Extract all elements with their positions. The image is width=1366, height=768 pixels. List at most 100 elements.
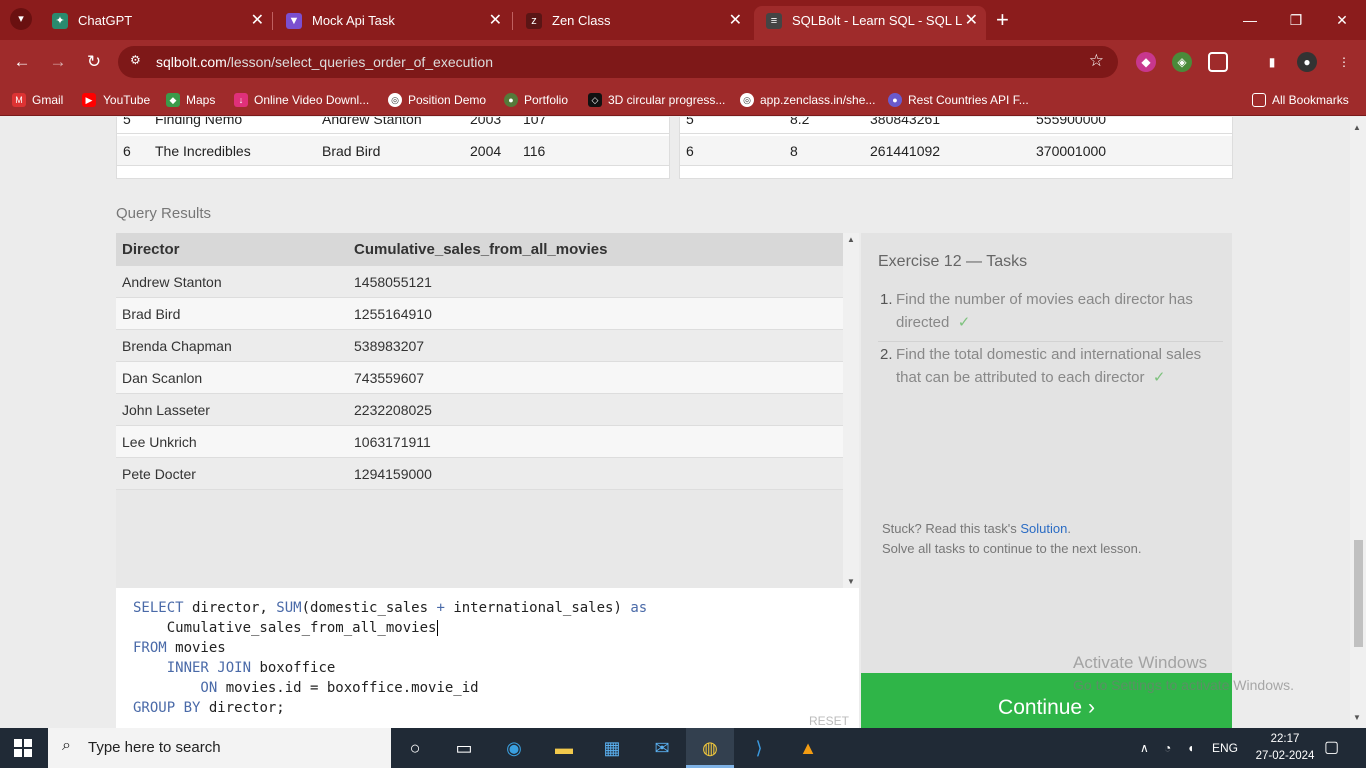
text-cursor [437,620,439,636]
close-tab-icon[interactable]: ✕ [251,6,264,36]
reset-button[interactable]: RESET [809,714,849,728]
tab-sqlbolt[interactable]: ≡ SQLBolt - Learn SQL - SQL Less ✕ [754,6,986,40]
bookmark-3d-progress[interactable]: ◇ 3D circular progress... [588,84,725,116]
codepen-icon: ◇ [588,93,602,107]
forward-arrow-icon[interactable]: → [46,50,70,74]
tab-label: ChatGPT [78,13,133,28]
solve-all-text: Solve all tasks to continue to the next … [882,541,1142,556]
close-tab-icon[interactable]: ✕ [489,6,502,36]
notifications-icon[interactable]: ▢ [1324,728,1339,768]
sql-editor[interactable]: SELECT director, SUM(domestic_sales + in… [116,588,859,728]
gmail-icon: M [12,93,26,107]
scroll-down-icon[interactable]: ▼ [1353,713,1361,722]
side-panel-icon[interactable]: ▮ [1262,52,1282,72]
bookmark-video-downloader[interactable]: ↓ Online Video Downl... [234,84,369,116]
tab-strip: ▾ ✦ ChatGPT ✕ ▼ Mock Api Task ✕ z Zen Cl… [0,0,1366,40]
chrome-icon[interactable]: ◍ [686,728,734,768]
tab-label: Zen Class [552,13,611,28]
windows-start-icon[interactable] [14,739,32,757]
table-row: 5 Finding Nemo Andrew Stanton 2003 107 [117,117,669,134]
table-row: Brenda Chapman 538983207 [116,330,843,362]
language-indicator[interactable]: ENG [1212,728,1238,768]
toolbar: ← → ↻ ⚙ sqlbolt.com/lesson/select_querie… [0,40,1366,84]
database-icon: ≡ [766,13,782,29]
youtube-icon: ▶ [82,93,96,107]
column-header: Cumulative_sales_from_all_movies [354,241,608,258]
download-icon: ↓ [234,93,248,107]
volume-icon[interactable]: ◖ [1187,728,1194,768]
close-window-icon[interactable]: ✕ [1322,6,1362,34]
solution-link[interactable]: Solution [1020,521,1067,536]
close-tab-icon[interactable]: ✕ [729,6,742,36]
table-row: 88.5223808164297503696 [680,168,1232,178]
tab-zen-class[interactable]: z Zen Class ✕ [514,6,750,36]
bookmark-gmail[interactable]: M Gmail [12,84,63,116]
column-header: Director [122,241,180,258]
url-text[interactable]: sqlbolt.com/lesson/select_queries_order_… [156,46,493,78]
page-content: 5 Finding Nemo Andrew Stanton 2003 107 6 The … [0,117,1350,728]
query-results-table: Director Cumulative_sales_from_all_movie… [116,233,859,588]
microsoft-store-icon[interactable]: ▦ [588,728,636,768]
task-view-icon[interactable]: ▭ [440,728,488,768]
extensions-puzzle-icon[interactable] [1208,52,1228,72]
vscode-icon[interactable]: ⟩ [735,728,783,768]
minimize-icon[interactable]: — [1230,6,1270,34]
new-tab-icon[interactable]: + [996,6,1009,34]
bookmark-star-icon[interactable]: ☆ [1089,51,1104,71]
scrollbar-thumb[interactable] [1354,540,1363,647]
bookmark-rest-countries[interactable]: ● Rest Countries API F... [888,84,1029,116]
bookmark-portfolio[interactable]: ● Portfolio [504,84,568,116]
back-arrow-icon[interactable]: ← [10,50,34,74]
reload-icon[interactable]: ↻ [82,50,106,74]
tab-label: Mock Api Task [312,13,395,28]
show-hidden-icons[interactable]: ∧ [1140,728,1149,768]
bookmark-zenclass[interactable]: ◎ app.zenclass.in/she... [740,84,875,116]
extension-icon[interactable]: ◈ [1172,52,1192,72]
scroll-up-icon[interactable]: ▲ [1353,123,1361,132]
page-scrollbar[interactable]: ▲ ▼ [1350,117,1366,728]
all-bookmarks[interactable]: All Bookmarks [1252,84,1349,116]
tab-mock-api[interactable]: ▼ Mock Api Task ✕ [274,6,510,36]
results-scrollbar[interactable]: ▲ ▼ [843,233,859,588]
table-row: Pete Docter 1294159000 [116,458,843,490]
menu-icon[interactable]: ⋮ [1334,52,1354,72]
search-icon: ⌕ [62,737,71,754]
taskbar-search[interactable]: ⌕ Type here to search [48,728,391,768]
close-tab-icon[interactable]: ✕ [965,6,978,36]
avatar[interactable]: ● [1297,52,1317,72]
scroll-up-icon[interactable]: ▲ [847,235,855,244]
windows-taskbar: ⌕ Type here to search ○ ▭ ◉ ▬ ▦ ✉ ◍ ⟩ ▲ … [0,728,1366,768]
table-row: Dan Scanlon 743559607 [116,362,843,394]
table-row: 6 The Incredibles Brad Bird 2004 116 [117,136,669,166]
edge-icon[interactable]: ◉ [490,728,538,768]
site-info-icon[interactable]: ⚙ [130,53,141,67]
vlc-icon[interactable]: ▲ [784,728,832,768]
bookmark-position-demo[interactable]: ◎ Position Demo [388,84,486,116]
restore-icon[interactable]: ❐ [1276,6,1316,34]
query-results-label: Query Results [116,205,212,222]
mail-icon[interactable]: ✉ [638,728,686,768]
tab-chatgpt[interactable]: ✦ ChatGPT ✕ [40,6,272,36]
cortana-icon[interactable]: ○ [391,728,439,768]
table-row: Lee Unkrich 1063171911 [116,426,843,458]
color-extension-icon[interactable]: ◆ [1136,52,1156,72]
file-explorer-icon[interactable]: ▬ [540,728,588,768]
zen-icon: z [526,13,542,29]
table-row: Andrew Stanton 1458055121 [116,266,843,298]
tab-search-button[interactable]: ▾ [10,8,32,30]
table-row: 5 8.2 380843261 555900000 [680,117,1232,134]
network-icon[interactable]: ◔ [1164,728,1171,768]
globe-icon: ◎ [388,93,402,107]
clock[interactable]: 22:17 27-02-2024 [1255,731,1315,765]
scroll-down-icon[interactable]: ▼ [847,577,855,586]
address-bar[interactable]: ⚙ sqlbolt.com/lesson/select_queries_orde… [118,46,1118,78]
bookmarks-bar: M Gmail ▶ YouTube ◆ Maps ↓ Online Video Down… [0,84,1366,116]
bookmark-youtube[interactable]: ▶ YouTube [82,84,150,116]
code-line: Cumulative_sales_from_all_movies [133,620,439,636]
activate-windows-hint: Go to Settings to activate Windows. [1073,677,1294,693]
results-header: Director Cumulative_sales_from_all_movie… [116,233,843,266]
bookmark-maps[interactable]: ◆ Maps [166,84,215,116]
vite-icon: ▼ [286,13,302,29]
checkmark-icon: ✓ [1152,369,1166,386]
task-item: 1. Find the number of movies each directo… [878,288,1223,342]
